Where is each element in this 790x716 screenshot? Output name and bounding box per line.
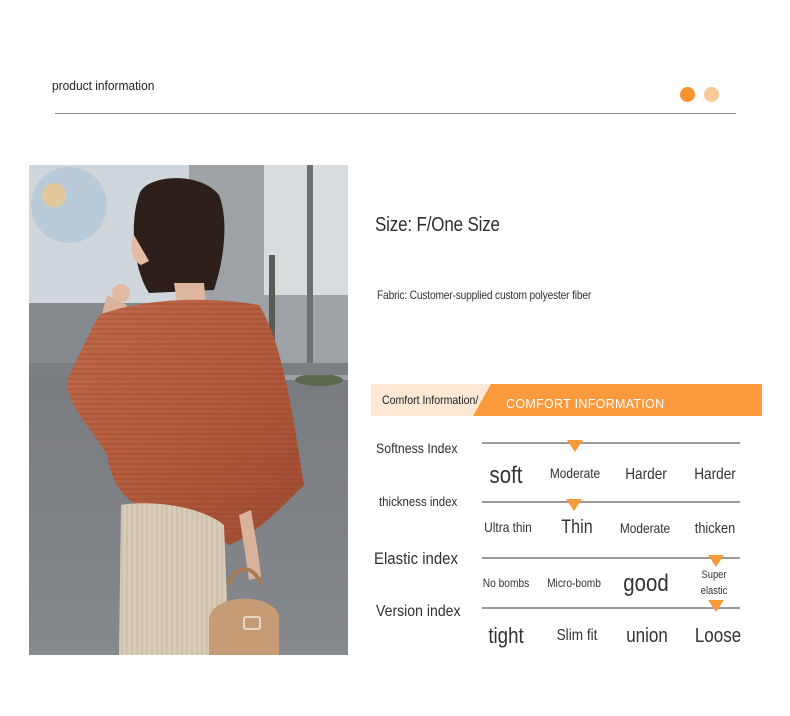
softness-label: Softness Index (376, 440, 458, 456)
thickness-option-3: Moderate (619, 520, 671, 536)
carousel-dot[interactable] (704, 87, 719, 102)
version-marker (708, 600, 724, 612)
banner-title-left: Comfort Information/ (382, 393, 479, 407)
thickness-marker (566, 499, 582, 511)
softness-option-4: Harder (694, 466, 736, 483)
softness-option-3: Harder (625, 466, 667, 483)
elastic-marker (708, 555, 724, 567)
model-wearing-top-image (29, 165, 348, 655)
thickness-scale-line (482, 501, 740, 503)
header-divider (55, 113, 736, 114)
softness-option-1: soft (489, 462, 523, 489)
carousel-dot-active[interactable] (680, 87, 695, 102)
elastic-scale-line (482, 557, 740, 559)
version-scale-line (482, 607, 740, 609)
section-title: product information (52, 78, 155, 93)
softness-marker (567, 440, 583, 452)
banner-title-right: COMFORT INFORMATION (506, 397, 665, 411)
size-info: Size: F/One Size (375, 214, 500, 236)
version-option-1: tight (488, 623, 524, 648)
version-label: Version index (376, 603, 461, 620)
thickness-label: thickness index (379, 494, 458, 509)
version-option-4: Loose (694, 625, 742, 647)
elastic-option-4: Super elastic (700, 569, 728, 597)
product-photo (29, 165, 348, 655)
elastic-option-3: good (623, 570, 669, 597)
thickness-option-2: Thin (561, 517, 593, 538)
elastic-option-2: Micro-bomb (547, 576, 601, 590)
version-option-3: union (626, 625, 668, 647)
softness-scale-line (482, 442, 740, 444)
softness-option-2: Moderate (549, 465, 601, 481)
thickness-option-4: thicken (694, 520, 736, 537)
elastic-option-1: No bombs (482, 576, 530, 590)
elastic-label: Elastic index (374, 549, 458, 568)
comfort-banner: Comfort Information/ COMFORT INFORMATION (371, 384, 762, 416)
fabric-info: Fabric: Customer-supplied custom polyest… (377, 288, 592, 302)
thickness-option-1: Ultra thin (484, 519, 532, 535)
version-option-2: Slim fit (556, 627, 598, 644)
